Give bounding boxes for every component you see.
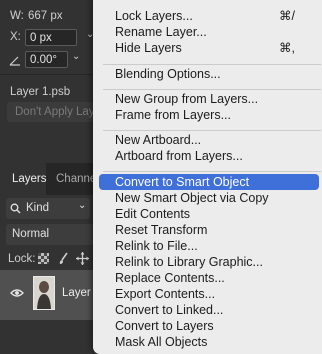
shortcut-hide-layers: ⌘, <box>279 41 295 55</box>
move-icon[interactable] <box>76 252 89 265</box>
menu-item-replace-contents[interactable]: Replace Contents... <box>115 271 225 286</box>
menu-item-artboard-from-layers[interactable]: Artboard from Layers... <box>115 149 243 164</box>
menu-item-lock-layers[interactable]: Lock Layers... <box>115 9 193 24</box>
search-icon <box>10 203 21 214</box>
brush-icon[interactable] <box>58 252 69 265</box>
blend-mode-select[interactable]: Normal <box>6 224 106 245</box>
menu-item-reset-transform[interactable]: Reset Transform <box>115 223 207 238</box>
panel-tab-bar: Layers Channe <box>0 163 100 195</box>
properties-panel: W: 667 px X: 0 px ⌄ 0.00° ⌄ Layer 1.psb … <box>0 0 106 343</box>
tab-layers[interactable]: Layers <box>0 163 47 195</box>
menu-separator <box>103 130 321 131</box>
menu-separator <box>103 171 321 172</box>
angle-field[interactable]: 0.00° <box>25 51 68 68</box>
menu-item-blending-options[interactable]: Blending Options... <box>115 67 221 82</box>
menu-item-export-contents[interactable]: Export Contents... <box>115 287 215 302</box>
dont-apply-layer-comp-button[interactable]: Don't Apply Lay <box>7 102 100 122</box>
filter-kind-label: Kind <box>26 202 50 214</box>
tab-channels[interactable]: Channe <box>56 163 96 195</box>
angle-icon <box>9 56 20 66</box>
menu-item-new-group-from-layers[interactable]: New Group from Layers... <box>115 92 258 107</box>
layer-thumbnail <box>33 276 55 310</box>
eye-icon[interactable] <box>10 288 24 298</box>
context-menu: Lock Layers... ⌘/ Rename Layer... Hide L… <box>93 0 322 354</box>
lock-label: Lock: <box>8 253 36 265</box>
menu-item-convert-to-layers[interactable]: Convert to Layers <box>115 319 214 334</box>
layer-row[interactable]: Layer 1 <box>0 270 100 320</box>
menu-item-edit-contents[interactable]: Edit Contents <box>115 207 190 222</box>
menu-item-new-smart-object-via-copy[interactable]: New Smart Object via Copy <box>115 191 269 206</box>
menu-item-frame-from-layers[interactable]: Frame from Layers... <box>115 108 231 123</box>
file-name: Layer 1.psb <box>10 86 71 98</box>
width-value[interactable]: 667 px <box>28 10 63 22</box>
menu-item-convert-to-smart-object[interactable]: Convert to Smart Object <box>115 175 249 190</box>
divider <box>0 74 100 75</box>
width-label: W: <box>10 10 24 22</box>
menu-item-relink-to-library-graphic[interactable]: Relink to Library Graphic... <box>115 255 263 270</box>
lock-transparent-pixels-icon[interactable] <box>38 253 49 264</box>
menu-separator <box>103 64 321 65</box>
layer-filter-select[interactable]: Kind ⌄ <box>6 198 90 219</box>
chevron-down-icon[interactable]: ⌄ <box>72 51 80 62</box>
shortcut-lock-layers: ⌘/ <box>279 9 295 23</box>
menu-separator <box>103 89 321 90</box>
menu-item-rename-layer[interactable]: Rename Layer... <box>115 25 207 40</box>
menu-item-convert-to-linked[interactable]: Convert to Linked... <box>115 303 223 318</box>
chevron-down-icon: ⌄ <box>78 200 87 211</box>
menu-item-new-artboard[interactable]: New Artboard... <box>115 133 201 148</box>
menu-item-hide-layers[interactable]: Hide Layers <box>115 41 182 56</box>
portrait-icon <box>34 277 54 309</box>
menu-item-relink-to-file[interactable]: Relink to File... <box>115 239 198 254</box>
x-position-field[interactable]: 0 px <box>25 29 77 46</box>
x-label: X: <box>10 31 21 43</box>
